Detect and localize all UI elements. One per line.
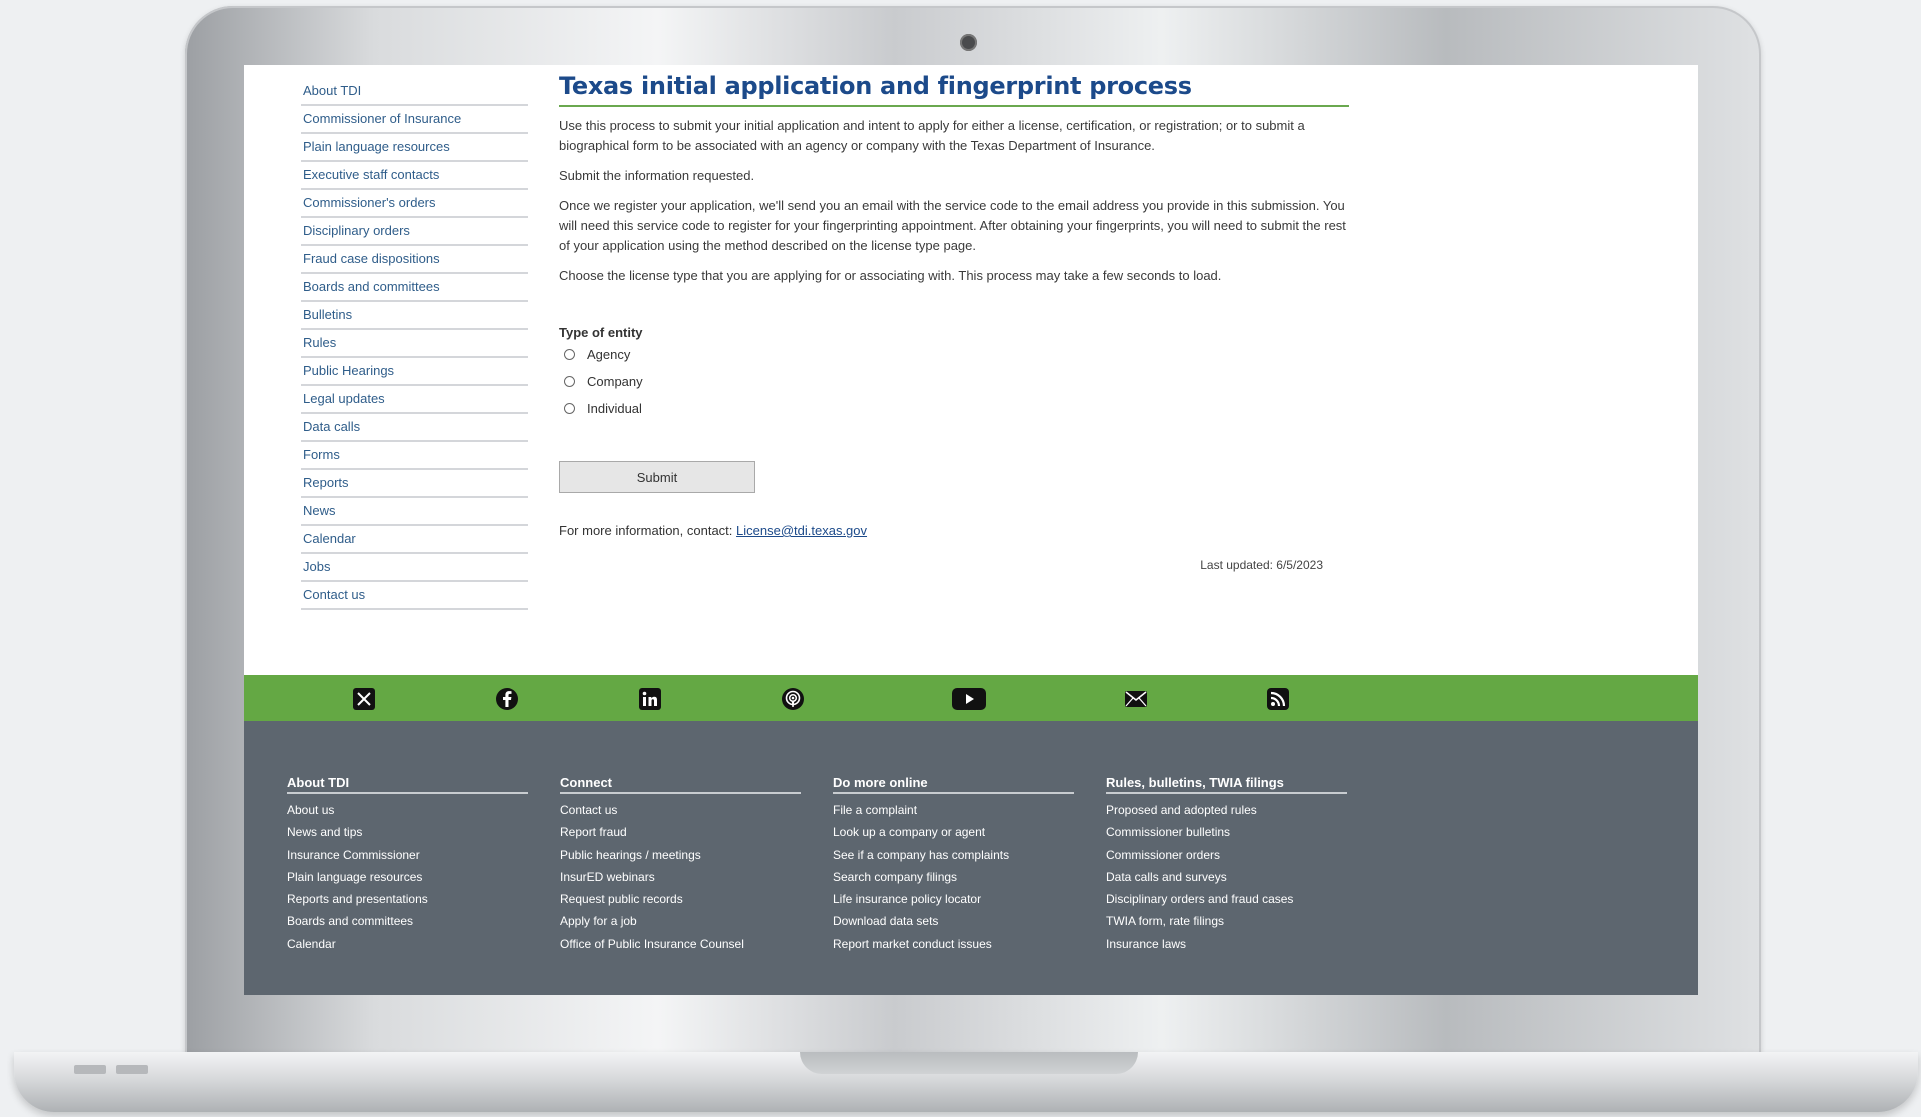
browser-screen: About TDI Commissioner of Insurance Plai…: [244, 65, 1698, 995]
sidebar-item-news[interactable]: News: [301, 498, 528, 526]
footer-column-connect: Connect Contact us Report fraud Public h…: [560, 775, 801, 955]
submit-button[interactable]: Submit: [559, 461, 755, 493]
radio-individual[interactable]: [564, 403, 575, 414]
contact-email-link[interactable]: License@tdi.texas.gov: [736, 523, 867, 538]
footer-column-do-more-online: Do more online File a complaint Look up …: [833, 775, 1074, 955]
footer-link[interactable]: Download data sets: [833, 910, 1074, 932]
footer-link[interactable]: Insurance Commissioner: [287, 844, 528, 866]
footer-link[interactable]: Disciplinary orders and fraud cases: [1106, 888, 1347, 910]
sidebar-item-fraud-case[interactable]: Fraud case dispositions: [301, 246, 528, 274]
license-type-paragraph: Choose the license type that you are app…: [559, 268, 1222, 283]
footer-link[interactable]: About us: [287, 799, 528, 821]
radio-agency[interactable]: [564, 349, 575, 360]
footer-column-about: About TDI About us News and tips Insuran…: [287, 775, 528, 955]
service-code-paragraph: Once we register your application, we'll…: [559, 198, 1346, 253]
footer-link[interactable]: Public hearings / meetings: [560, 844, 801, 866]
entity-radio-group: Agency Company Individual: [559, 341, 1349, 422]
site-footer: About TDI About us News and tips Insuran…: [244, 721, 1698, 995]
entity-type-label: Type of entity: [559, 325, 643, 340]
laptop-base-notch: [800, 1052, 1138, 1074]
sidebar-item-reports[interactable]: Reports: [301, 470, 528, 498]
footer-link[interactable]: Boards and committees: [287, 910, 528, 932]
footer-link[interactable]: Contact us: [560, 799, 801, 821]
radio-option-agency[interactable]: Agency: [559, 341, 1349, 368]
footer-link[interactable]: Report fraud: [560, 821, 801, 843]
footer-link[interactable]: Life insurance policy locator: [833, 888, 1074, 910]
radio-label: Company: [587, 374, 643, 389]
sidebar-item-commissioner[interactable]: Commissioner of Insurance: [301, 106, 528, 134]
footer-link[interactable]: Search company filings: [833, 866, 1074, 888]
sidebar-item-about-tdi[interactable]: About TDI: [301, 78, 528, 106]
sidebar-item-plain-language[interactable]: Plain language resources: [301, 134, 528, 162]
footer-link[interactable]: Insurance laws: [1106, 933, 1347, 955]
sidebar-item-bulletins[interactable]: Bulletins: [301, 302, 528, 330]
radio-option-company[interactable]: Company: [559, 368, 1349, 395]
footer-link[interactable]: Office of Public Insurance Counsel: [560, 933, 801, 955]
radio-company[interactable]: [564, 376, 575, 387]
contact-prefix: For more information, contact:: [559, 523, 733, 538]
facebook-icon[interactable]: [495, 687, 519, 711]
footer-link[interactable]: Look up a company or agent: [833, 821, 1074, 843]
footer-link[interactable]: Report market conduct issues: [833, 933, 1074, 955]
sidebar-item-commissioners-orders[interactable]: Commissioner's orders: [301, 190, 528, 218]
radio-label: Agency: [587, 347, 631, 362]
footer-link[interactable]: Data calls and surveys: [1106, 866, 1347, 888]
intro-paragraph: Use this process to submit your initial …: [559, 118, 1305, 153]
footer-link[interactable]: Plain language resources: [287, 866, 528, 888]
x-icon[interactable]: [352, 687, 376, 711]
footer-link[interactable]: See if a company has complaints: [833, 844, 1074, 866]
laptop-port: [116, 1065, 148, 1074]
laptop-port: [74, 1065, 106, 1074]
linkedin-icon[interactable]: [638, 687, 662, 711]
footer-heading: About TDI: [287, 775, 528, 794]
footer-link[interactable]: Calendar: [287, 933, 528, 955]
footer-heading: Rules, bulletins, TWIA filings: [1106, 775, 1347, 794]
sidebar-nav: About TDI Commissioner of Insurance Plai…: [301, 78, 528, 610]
footer-link[interactable]: Commissioner orders: [1106, 844, 1347, 866]
email-icon[interactable]: [1124, 687, 1148, 711]
footer-link[interactable]: TWIA form, rate filings: [1106, 910, 1347, 932]
page-title: Texas initial application and fingerprin…: [559, 72, 1349, 107]
radio-option-individual[interactable]: Individual: [559, 395, 1349, 422]
footer-link[interactable]: Apply for a job: [560, 910, 801, 932]
rss-icon[interactable]: [1266, 687, 1290, 711]
main-content: Texas initial application and fingerprin…: [559, 72, 1349, 572]
podcast-icon[interactable]: [781, 687, 805, 711]
sidebar-item-calendar[interactable]: Calendar: [301, 526, 528, 554]
webcam-icon: [960, 34, 977, 51]
radio-label: Individual: [587, 401, 642, 416]
sidebar-item-forms[interactable]: Forms: [301, 442, 528, 470]
sidebar-item-public-hearings[interactable]: Public Hearings: [301, 358, 528, 386]
instruction-paragraph: Submit the information requested.: [559, 168, 755, 183]
footer-link[interactable]: Request public records: [560, 888, 801, 910]
footer-heading: Connect: [560, 775, 801, 794]
sidebar-item-jobs[interactable]: Jobs: [301, 554, 528, 582]
footer-link[interactable]: News and tips: [287, 821, 528, 843]
sidebar-item-contact-us[interactable]: Contact us: [301, 582, 528, 610]
sidebar-item-data-calls[interactable]: Data calls: [301, 414, 528, 442]
footer-column-rules-bulletins: Rules, bulletins, TWIA filings Proposed …: [1106, 775, 1347, 955]
footer-heading: Do more online: [833, 775, 1074, 794]
last-updated: Last updated: 6/5/2023: [1200, 558, 1323, 572]
youtube-icon[interactable]: [952, 687, 986, 711]
sidebar-item-executive-staff[interactable]: Executive staff contacts: [301, 162, 528, 190]
sidebar-item-legal-updates[interactable]: Legal updates: [301, 386, 528, 414]
footer-link[interactable]: File a complaint: [833, 799, 1074, 821]
sidebar-item-boards[interactable]: Boards and committees: [301, 274, 528, 302]
footer-link[interactable]: Proposed and adopted rules: [1106, 799, 1347, 821]
footer-link[interactable]: Reports and presentations: [287, 888, 528, 910]
sidebar-item-disciplinary-orders[interactable]: Disciplinary orders: [301, 218, 528, 246]
footer-link[interactable]: Commissioner bulletins: [1106, 821, 1347, 843]
contact-line: For more information, contact: License@t…: [559, 523, 1349, 538]
sidebar-item-rules[interactable]: Rules: [301, 330, 528, 358]
social-bar: [244, 675, 1698, 721]
footer-link[interactable]: InsurED webinars: [560, 866, 801, 888]
